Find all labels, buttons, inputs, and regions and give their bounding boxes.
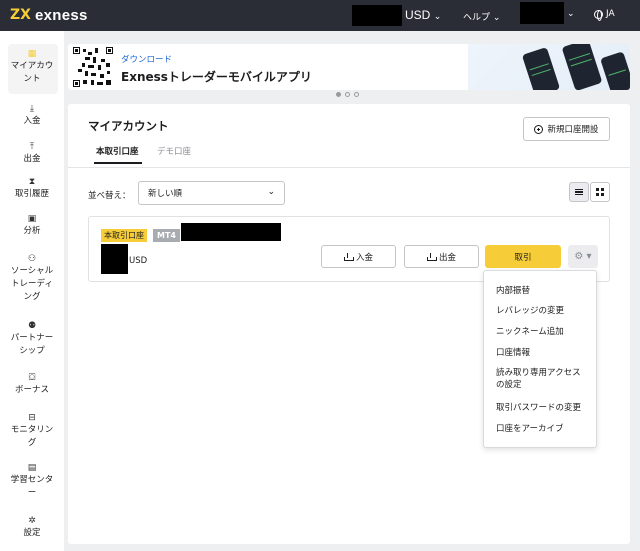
download-icon: ⤓ [30, 104, 34, 114]
chart-icon: ▣ [27, 214, 37, 224]
withdraw-button[interactable]: 出金 [404, 245, 479, 268]
banner-title: Exnessトレーダーモバイルアプリ [121, 70, 312, 84]
balance-currency: USD [405, 8, 431, 22]
gift-icon: ⛋ [28, 373, 36, 383]
deposit-label: 入金 [355, 252, 373, 263]
chevron-down-icon[interactable]: ⌄ [567, 9, 575, 19]
upload-icon [426, 252, 437, 261]
sidebar-item-label: モニタリン グ [10, 425, 54, 448]
tab-demo-accounts[interactable]: デモ口座 [157, 145, 191, 157]
sort-select[interactable]: 新しい順 ⌄ [138, 181, 285, 205]
sidebar: ▦ マイアカウ ント ⤓ 入金 ⤒ 出金 ⧗ 取引履歴 ▣ 分析 ⚇ ソーシャル トレーディ ング ⚉ パ… [0, 31, 64, 551]
menu-item[interactable]: 口座情報 [496, 347, 592, 359]
user-redacted[interactable] [520, 2, 564, 24]
menu-item[interactable]: 内部振替 [496, 285, 592, 297]
sidebar-item[interactable]: ⤒ 出金 [0, 141, 64, 166]
hourglass-icon: ⧗ [28, 177, 36, 187]
help-menu[interactable]: ヘルプ ⌄ [463, 10, 500, 23]
new-account-label: 新規口座開設 [547, 125, 599, 135]
language-label: JA [606, 9, 615, 19]
briefcase-icon: ⊟ [28, 413, 36, 423]
sidebar-item-label: 設定 [23, 528, 41, 538]
sidebar-item[interactable]: ▤ 学習センタ ー [0, 462, 64, 500]
sidebar-item[interactable]: ⚉ パートナー シップ [0, 320, 64, 358]
gear-icon: ✲ [28, 516, 36, 526]
sort-label: 並べ替え： [88, 191, 131, 201]
plus-circle-icon [534, 124, 544, 134]
menu-item[interactable]: 口座をアーカイブ [496, 423, 592, 435]
sidebar-item-label: 取引履歴 [14, 189, 49, 199]
people-icon: ⚇ [27, 254, 37, 264]
sidebar-item[interactable]: ▦ マイアカウ ント [0, 48, 64, 86]
list-icon [575, 187, 583, 197]
balance-currency-dropdown[interactable]: USD ⌄ [405, 8, 441, 22]
exness-logo[interactable]: ZX exness [10, 6, 88, 24]
sidebar-item[interactable]: ⚇ ソーシャル トレーディ ング [0, 253, 64, 304]
help-label: ヘルプ [463, 13, 491, 23]
sidebar-item-label: ソーシャル トレーディ ング [10, 266, 54, 302]
new-account-button[interactable]: 新規口座開設 [523, 117, 610, 141]
partners-icon: ⚉ [27, 321, 37, 331]
sidebar-item-label: 出金 [23, 154, 41, 164]
sidebar-item-label: マイアカウ ント [10, 61, 54, 84]
menu-item[interactable]: 読み取り専用アクセス の設定 [496, 367, 592, 391]
tab-real-accounts[interactable]: 本取引口座 [96, 145, 139, 157]
trade-button[interactable]: 取引 [485, 245, 561, 268]
sidebar-item-label: ボーナス [14, 385, 49, 395]
account-type-badge: 本取引口座 [101, 229, 147, 242]
account-settings-button[interactable]: ⚙ ▾ [568, 245, 598, 268]
menu-item[interactable]: 取引パスワードの変更 [496, 402, 592, 414]
app-download-banner[interactable]: ダウンロード Exnessトレーダーモバイルアプリ [68, 44, 630, 90]
platform-badge: MT4 [153, 229, 180, 242]
sidebar-item-label: 分析 [23, 226, 41, 236]
account-actions-menu: 内部振替レバレッジの変更 ニックネーム追加 口座情報読み取り専用アクセス の設定取引… [483, 270, 597, 448]
sidebar-item[interactable]: ⧗ 取引履歴 [0, 176, 64, 201]
account-balance-redacted [101, 244, 128, 274]
sidebar-item-label: パートナー シップ [10, 333, 54, 356]
chevron-down-icon: ⌄ [492, 13, 501, 23]
divider [68, 167, 630, 168]
pagination-dot[interactable] [345, 92, 350, 97]
banner-pagination[interactable] [336, 92, 359, 97]
withdraw-label: 出金 [438, 252, 456, 263]
book-icon: ▤ [27, 463, 37, 473]
sidebar-item[interactable]: ▣ 分析 [0, 213, 64, 238]
chevron-down-icon: ⌄ [433, 11, 442, 21]
page-title: マイアカウント [88, 119, 169, 133]
sidebar-item[interactable]: ⤓ 入金 [0, 103, 64, 128]
grid-view-button[interactable] [590, 182, 610, 202]
gear-icon: ⚙ ▾ [574, 251, 592, 262]
sidebar-item-label: 学習センタ ー [10, 475, 54, 498]
menu-item[interactable]: レバレッジの変更 [496, 305, 592, 317]
account-currency: USD [129, 256, 148, 266]
grid-icon [596, 188, 604, 196]
upload-icon: ⤒ [30, 142, 34, 152]
chevron-down-icon: ⌄ [267, 187, 275, 197]
sidebar-item[interactable]: ⛋ ボーナス [0, 372, 64, 397]
globe-icon [594, 9, 603, 21]
pagination-dot[interactable] [354, 92, 359, 97]
sidebar-item-label: 入金 [23, 116, 41, 126]
logo-mark-icon: ZX [10, 7, 31, 23]
banner-subtitle: ダウンロード [121, 55, 173, 65]
deposit-button[interactable]: 入金 [321, 245, 396, 268]
sidebar-item[interactable]: ✲ 設定 [0, 515, 64, 540]
pagination-dot[interactable] [336, 92, 341, 97]
active-tab-indicator [94, 162, 142, 164]
menu-item[interactable]: ニックネーム追加 [496, 326, 592, 338]
grid-icon: ▦ [27, 49, 37, 59]
trade-label: 取引 [514, 252, 532, 263]
logo-text: exness [34, 6, 88, 24]
qr-code [73, 47, 113, 87]
language-selector[interactable]: JA [594, 9, 615, 21]
download-icon [343, 252, 354, 261]
top-bar: ZX exness USD ⌄ ヘルプ ⌄ ⌄ JA [0, 0, 640, 31]
list-view-button[interactable] [569, 182, 589, 202]
banner-phones-image [468, 44, 630, 90]
sidebar-item[interactable]: ⊟ モニタリン グ [0, 412, 64, 450]
balance-redacted [352, 5, 402, 26]
sort-value: 新しい順 [148, 189, 183, 199]
account-id-redacted [181, 223, 281, 241]
